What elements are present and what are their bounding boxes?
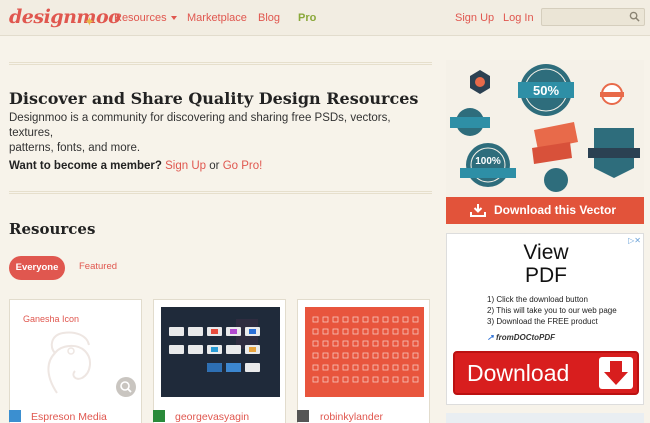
filter-featured[interactable]: Featured [79, 261, 117, 272]
sparkle-icon: ✦ [84, 14, 95, 29]
hero-description-line: Designmoo is a community for discovering… [9, 112, 391, 139]
avatar[interactable] [9, 410, 21, 422]
ad-brand: ↗ fromDOCtoPDF [487, 333, 555, 342]
ad-title-line: PDF [525, 264, 567, 287]
nav-blog[interactable]: Blog [258, 12, 280, 24]
download-vector-button[interactable]: Download this Vector [446, 197, 644, 224]
member-question: Want to become a member? [9, 160, 162, 172]
download-button[interactable]: Download [453, 351, 639, 395]
zoom-icon[interactable] [116, 377, 136, 397]
brand-swoosh-icon: ↗ [487, 333, 494, 342]
hero-description: Designmoo is a community for discovering… [9, 111, 434, 156]
card-user-link[interactable]: georgevasyagin [175, 411, 249, 423]
download-button-label: Download [467, 360, 570, 386]
vintage-badges-image: 50% 100% [446, 60, 644, 197]
resource-card[interactable] [297, 299, 430, 423]
card-user-link[interactable]: robinkylander [320, 411, 383, 423]
payment-icons-preview [161, 307, 280, 397]
card-user-link[interactable]: Espreson Media [31, 411, 107, 423]
signup-link[interactable]: Sign Up [455, 12, 494, 24]
go-pro-link[interactable]: Go Pro! [223, 160, 263, 172]
page-title: Discover and Share Quality Design Resour… [9, 89, 419, 108]
top-bar: designmoo ✦ Resources Marketplace Blog P… [0, 0, 650, 36]
member-prompt: Want to become a member? Sign Up or Go P… [9, 160, 262, 172]
download-vector-label: Download this Vector [494, 203, 617, 217]
arrow-down-icon [599, 357, 633, 389]
ad-brand-text: fromDOCtoPDF [495, 333, 556, 342]
resource-card[interactable] [153, 299, 286, 423]
chevron-down-icon [170, 16, 177, 21]
nav-marketplace[interactable]: Marketplace [187, 12, 247, 24]
divider-top [9, 62, 432, 65]
search-input[interactable] [541, 8, 645, 26]
nav-resources[interactable]: Resources [114, 12, 177, 24]
hero-description-line: patterns, fonts, and more. [9, 142, 141, 154]
pdf-ad[interactable]: ▷✕ View PDF 1) Click the download button… [446, 233, 644, 405]
or-text: or [209, 160, 220, 172]
ad-title-line: View [523, 241, 569, 264]
ganesha-icon [47, 331, 91, 394]
ad-slot [446, 413, 644, 423]
resources-heading: Resources [9, 220, 96, 238]
filter-everyone[interactable]: Everyone [9, 256, 65, 280]
designmoo-logo[interactable]: designmoo [9, 6, 121, 28]
login-link[interactable]: Log In [503, 12, 534, 24]
hero-signup-link[interactable]: Sign Up [165, 160, 206, 172]
ad-step: 1) Click the download button [487, 295, 588, 304]
card-thumbnail[interactable] [161, 307, 280, 397]
avatar[interactable] [297, 410, 309, 422]
download-icon [470, 204, 486, 217]
badge-100-text: 100% [475, 156, 501, 167]
nav-resources-label: Resources [114, 12, 167, 24]
search-icon[interactable] [629, 11, 640, 22]
resource-card[interactable]: Ganesha Icon [9, 299, 142, 423]
badge-50-text: 50% [533, 83, 559, 98]
avatar[interactable] [153, 410, 165, 422]
card-thumbnail[interactable] [305, 307, 424, 397]
ad-step: 2) This will take you to our web page [487, 306, 617, 315]
card-thumbnail[interactable]: Ganesha Icon [17, 307, 136, 397]
nav-pro[interactable]: Pro [298, 12, 316, 24]
icon-grid-preview [305, 307, 424, 397]
divider-bottom [9, 191, 432, 194]
ad-step: 3) Download the FREE product [487, 317, 598, 326]
vector-ad[interactable]: 50% 100% Download this Vector [446, 60, 644, 224]
